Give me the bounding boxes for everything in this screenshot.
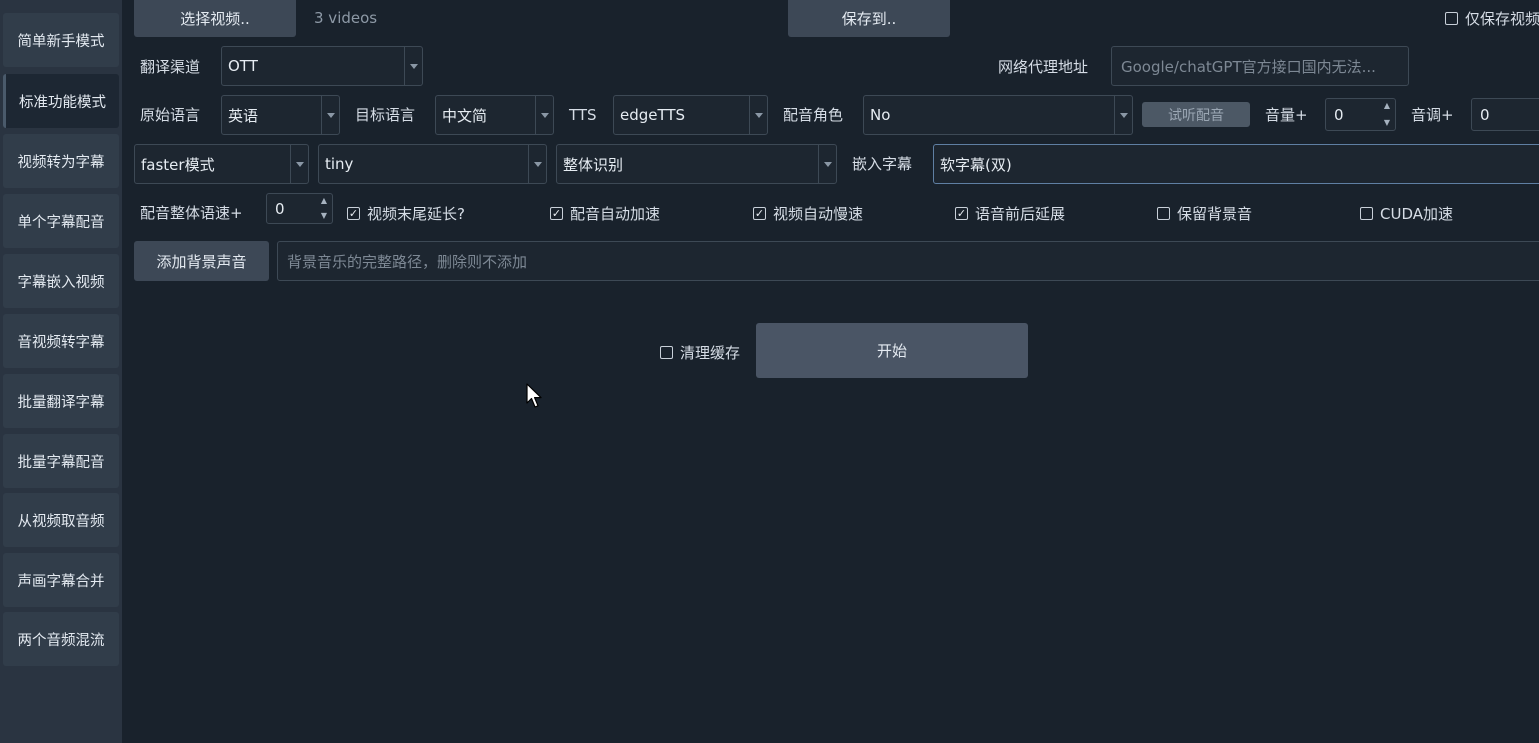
checkbox-box: [660, 346, 673, 359]
stepper-arrows-icon[interactable]: ▲ ▼: [1381, 102, 1393, 127]
sidebar-item-extract-audio[interactable]: 从视频取音频: [3, 493, 119, 547]
keep-background-audio-label: 保留背景音: [1177, 205, 1253, 223]
sidebar-item-batch-translate[interactable]: 批量翻译字幕: [3, 374, 119, 428]
speech-rate-label: 配音整体语速+: [140, 204, 243, 222]
volume-label: 音量+: [1265, 106, 1308, 124]
embed-subtitle-value: 软字幕(双): [940, 155, 1012, 174]
speech-rate-value: 0: [275, 199, 285, 218]
pitch-stepper[interactable]: 0: [1471, 98, 1539, 131]
target-language-select[interactable]: 中文简: [435, 95, 554, 135]
start-button[interactable]: 开始: [756, 323, 1028, 378]
model-select[interactable]: tiny: [318, 144, 547, 184]
clear-cache-checkbox[interactable]: 清理缓存: [660, 342, 740, 363]
whisper-mode-select[interactable]: faster模式: [134, 144, 309, 184]
sidebar-item-standard-mode[interactable]: 标准功能模式: [3, 74, 119, 128]
clear-cache-label: 清理缓存: [680, 344, 741, 362]
sidebar-item-subtitle-dubbing[interactable]: 单个字幕配音: [3, 194, 119, 248]
mouse-cursor-icon: [526, 383, 542, 408]
background-audio-path-input[interactable]: 背景音乐的完整路径，删除则不添加: [277, 241, 1539, 281]
extend-video-end-label: 视频末尾延长?: [367, 205, 465, 223]
voice-padding-label: 语音前后延展: [975, 205, 1066, 223]
sidebar: 简单新手模式 标准功能模式 视频转为字幕 单个字幕配音 字幕嵌入视频 音视频转字…: [0, 0, 122, 743]
extend-video-end-checkbox[interactable]: ✓ 视频末尾延长?: [347, 203, 465, 224]
volume-stepper[interactable]: 0 ▲ ▼: [1325, 98, 1396, 131]
sidebar-item-video-to-subtitle[interactable]: 视频转为字幕: [3, 134, 119, 188]
auto-slow-video-checkbox[interactable]: ✓ 视频自动慢速: [753, 203, 863, 224]
sidebar-item-batch-dubbing[interactable]: 批量字幕配音: [3, 434, 119, 488]
embed-subtitle-select[interactable]: 软字幕(双): [933, 144, 1539, 184]
proxy-input[interactable]: Google/chatGPT官方接口国内无法...: [1111, 46, 1409, 86]
voice-padding-checkbox[interactable]: ✓ 语音前后延展: [955, 203, 1065, 224]
target-language-value: 中文简: [442, 106, 488, 125]
add-background-audio-button[interactable]: 添加背景声音: [134, 241, 269, 281]
source-language-label: 原始语言: [140, 106, 201, 124]
tts-label: TTS: [569, 106, 597, 124]
checkbox-box: [1157, 207, 1170, 220]
proxy-label: 网络代理地址: [998, 58, 1089, 76]
checkbox-box: ✓: [955, 207, 968, 220]
translate-channel-value: OTT: [228, 57, 258, 75]
checkbox-box: ✓: [347, 207, 360, 220]
tts-select[interactable]: edgeTTS: [613, 95, 768, 135]
keep-background-audio-checkbox[interactable]: 保留背景音: [1157, 203, 1252, 224]
video-count: 3 videos: [314, 9, 378, 27]
listen-dubbing-button[interactable]: 试听配音: [1142, 102, 1250, 127]
model-value: tiny: [325, 155, 354, 173]
recognition-mode-value: 整体识别: [563, 155, 624, 174]
chevron-down-icon: [535, 96, 553, 134]
sidebar-item-merge-av-subtitle[interactable]: 声画字幕合并: [3, 553, 119, 607]
chevron-down-icon: [528, 145, 546, 183]
target-language-label: 目标语言: [355, 106, 416, 124]
translate-channel-label: 翻译渠道: [140, 58, 201, 76]
translate-channel-select[interactable]: OTT: [221, 46, 423, 86]
whisper-mode-value: faster模式: [141, 155, 215, 174]
recognition-mode-select[interactable]: 整体识别: [556, 144, 837, 184]
source-language-select[interactable]: 英语: [221, 95, 340, 135]
checkbox-box: [1445, 12, 1458, 25]
stepper-arrows-icon[interactable]: ▲ ▼: [318, 197, 330, 220]
pitch-value: 0: [1480, 105, 1490, 124]
chevron-down-icon: [404, 47, 422, 85]
cuda-acceleration-label: CUDA加速: [1380, 205, 1454, 223]
chevron-down-icon: [290, 145, 308, 183]
chevron-down-icon: [749, 96, 767, 134]
embed-subtitle-label: 嵌入字幕: [852, 155, 913, 173]
proxy-placeholder: Google/chatGPT官方接口国内无法...: [1121, 57, 1376, 76]
voice-role-value: No: [870, 106, 891, 124]
background-audio-placeholder: 背景音乐的完整路径，删除则不添加: [287, 252, 528, 271]
only-save-video-label: 仅保存视频: [1465, 10, 1539, 28]
sidebar-item-embed-subtitle[interactable]: 字幕嵌入视频: [3, 254, 119, 308]
volume-value: 0: [1334, 105, 1344, 124]
voice-role-label: 配音角色: [783, 106, 844, 124]
speech-rate-stepper[interactable]: 0 ▲ ▼: [266, 193, 333, 224]
auto-speedup-dubbing-checkbox[interactable]: ✓ 配音自动加速: [550, 203, 660, 224]
checkbox-box: ✓: [550, 207, 563, 220]
cuda-acceleration-checkbox[interactable]: CUDA加速: [1360, 203, 1453, 224]
source-language-value: 英语: [228, 106, 259, 125]
auto-speedup-dubbing-label: 配音自动加速: [570, 205, 661, 223]
pitch-label: 音调+: [1411, 106, 1454, 124]
checkbox-box: ✓: [753, 207, 766, 220]
only-save-video-checkbox[interactable]: 仅保存视频: [1445, 8, 1539, 29]
sidebar-item-av-to-subtitle[interactable]: 音视频转字幕: [3, 314, 119, 368]
save-to-button[interactable]: 保存到..: [788, 0, 950, 37]
chevron-down-icon: [321, 96, 339, 134]
tts-value: edgeTTS: [620, 106, 686, 124]
sidebar-item-simple-mode[interactable]: 简单新手模式: [3, 13, 119, 67]
auto-slow-video-label: 视频自动慢速: [773, 205, 864, 223]
voice-role-select[interactable]: No: [863, 95, 1133, 135]
checkbox-box: [1360, 207, 1373, 220]
chevron-down-icon: [1114, 96, 1132, 134]
chevron-down-icon: [818, 145, 836, 183]
select-video-button[interactable]: 选择视频..: [134, 0, 296, 37]
sidebar-item-mix-audio[interactable]: 两个音频混流: [3, 612, 119, 666]
